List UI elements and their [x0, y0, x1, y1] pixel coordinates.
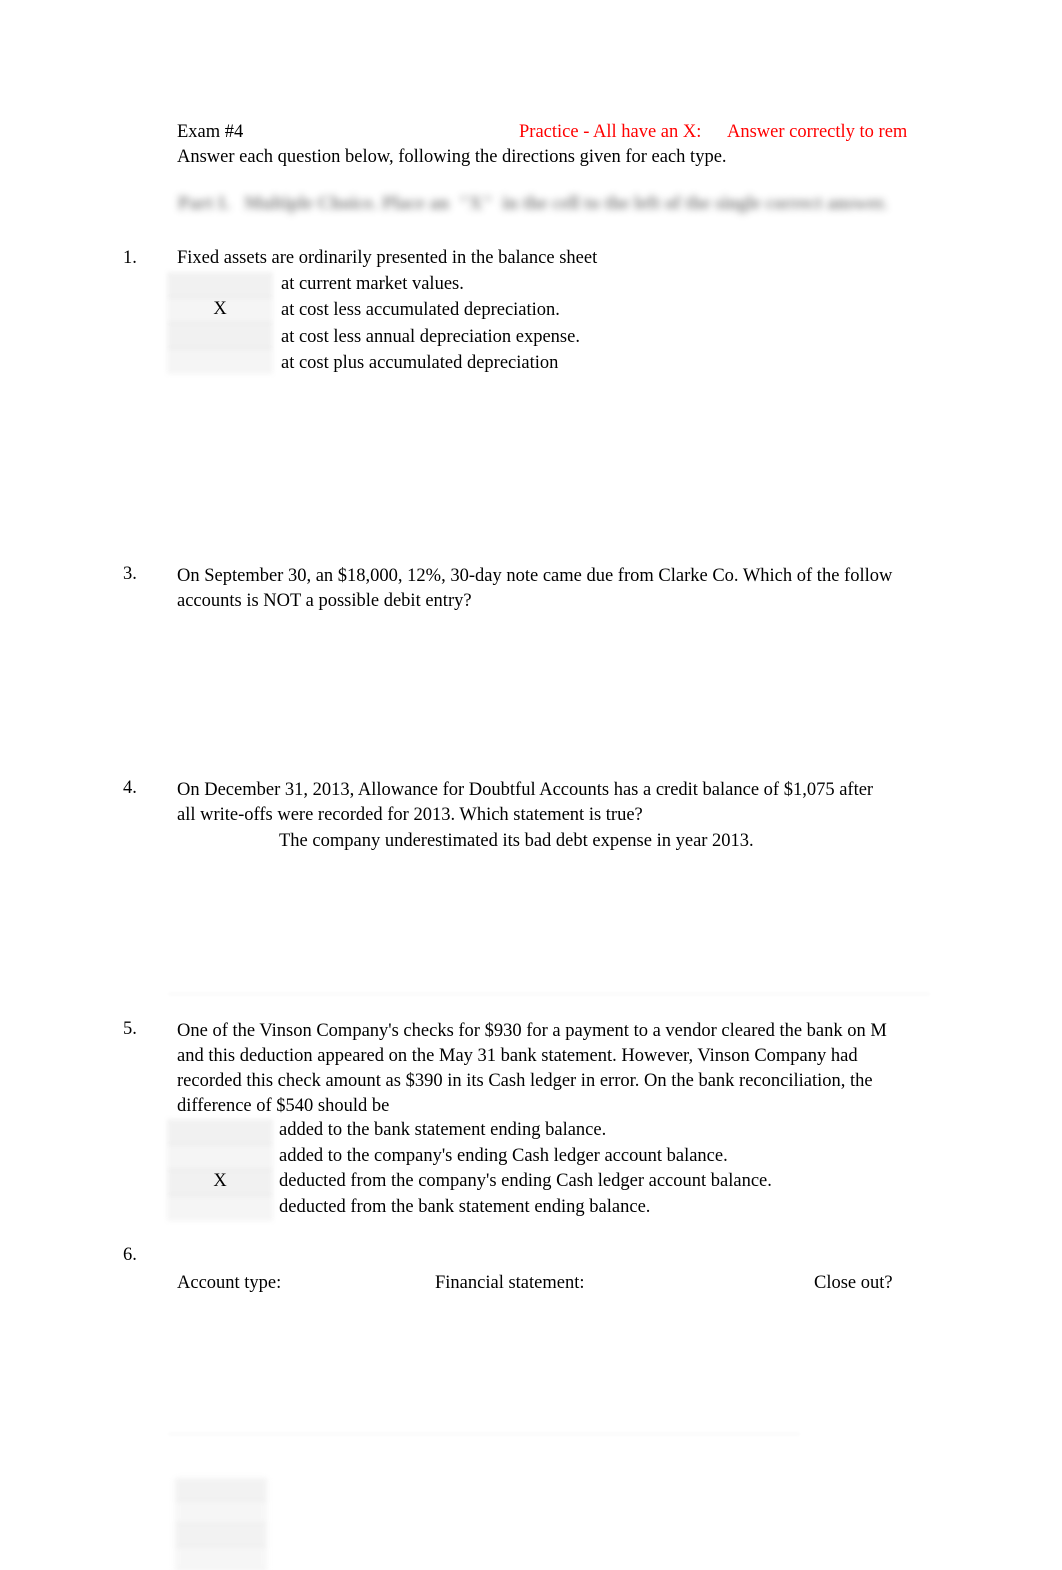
answer-cell[interactable] [167, 1195, 273, 1221]
section-divider-bottom [168, 1433, 800, 1436]
answer-cell[interactable] [175, 1524, 267, 1547]
exam-document-page: Exam #4 Practice - All have an X: Answer… [0, 0, 1062, 1570]
page-title: Exam #4 [177, 122, 244, 142]
question-number-3: 3. [123, 564, 137, 584]
answer-cell[interactable] [167, 1119, 273, 1145]
question-prompt-5-line-1: One of the Vinson Company's checks for $… [177, 1021, 887, 1041]
header-note-practice: Practice - All have an X: [519, 122, 702, 142]
answer-grid-1[interactable] [167, 272, 273, 374]
question-prompt-4-extra: The company underestimated its bad debt … [279, 831, 754, 851]
question-prompt-5-line-4: difference of $540 should be [177, 1096, 390, 1116]
question-number-6: 6. [123, 1245, 137, 1265]
question-prompt-3-line-2: accounts is NOT a possible debit entry? [177, 591, 472, 611]
option-item[interactable]: at cost less accumulated depreciation. [281, 298, 580, 324]
option-item[interactable]: at cost plus accumulated depreciation [281, 351, 580, 377]
section-divider-top [168, 993, 930, 996]
option-item[interactable]: added to the company's ending Cash ledge… [279, 1144, 772, 1170]
column-header-financial-statement: Financial statement: [435, 1273, 585, 1293]
answer-cell[interactable] [167, 1144, 273, 1170]
option-item[interactable]: deducted from the company's ending Cash … [279, 1169, 772, 1195]
question-number-5: 5. [123, 1019, 137, 1039]
question-prompt-5-line-2: and this deduction appeared on the May 3… [177, 1046, 858, 1066]
question-prompt-3-line-1: On September 30, an $18,000, 12%, 30-day… [177, 566, 893, 586]
option-item[interactable]: added to the bank statement ending balan… [279, 1118, 772, 1144]
option-list-1: at current market values. at cost less a… [281, 272, 580, 376]
part-one-heading: Part I. Multiple Choice. Place an "X" in… [178, 194, 888, 214]
answer-cell[interactable] [175, 1478, 267, 1501]
answer-cell[interactable] [175, 1547, 267, 1570]
answer-cell[interactable] [167, 323, 273, 349]
document-instructions: Answer each question below, following th… [177, 147, 727, 167]
answer-cell[interactable] [167, 272, 273, 298]
option-item[interactable]: at cost less annual depreciation expense… [281, 325, 580, 351]
answer-cell[interactable] [167, 348, 273, 374]
answer-cell[interactable] [175, 1501, 267, 1524]
header-note-answer: Answer correctly to rem [727, 122, 908, 142]
question-prompt-4-line-2: all write-offs were recorded for 2013. W… [177, 805, 643, 825]
option-list-5: added to the bank statement ending balan… [279, 1118, 772, 1220]
question-number-4: 4. [123, 778, 137, 798]
question-prompt-5-line-3: recorded this check amount as $390 in it… [177, 1071, 873, 1091]
column-header-account-type: Account type: [177, 1273, 282, 1293]
column-header-close-out: Close out? [814, 1273, 893, 1293]
option-item[interactable]: at current market values. [281, 272, 580, 298]
question-number-1: 1. [123, 248, 137, 268]
answer-mark-1: X [213, 299, 227, 319]
question-prompt-1: Fixed assets are ordinarily presented in… [177, 248, 598, 268]
answer-mark-5: X [213, 1171, 227, 1191]
answer-grid-bottom[interactable] [175, 1478, 267, 1570]
option-item[interactable]: deducted from the bank statement ending … [279, 1195, 772, 1221]
question-prompt-4-line-1: On December 31, 2013, Allowance for Doub… [177, 780, 874, 800]
